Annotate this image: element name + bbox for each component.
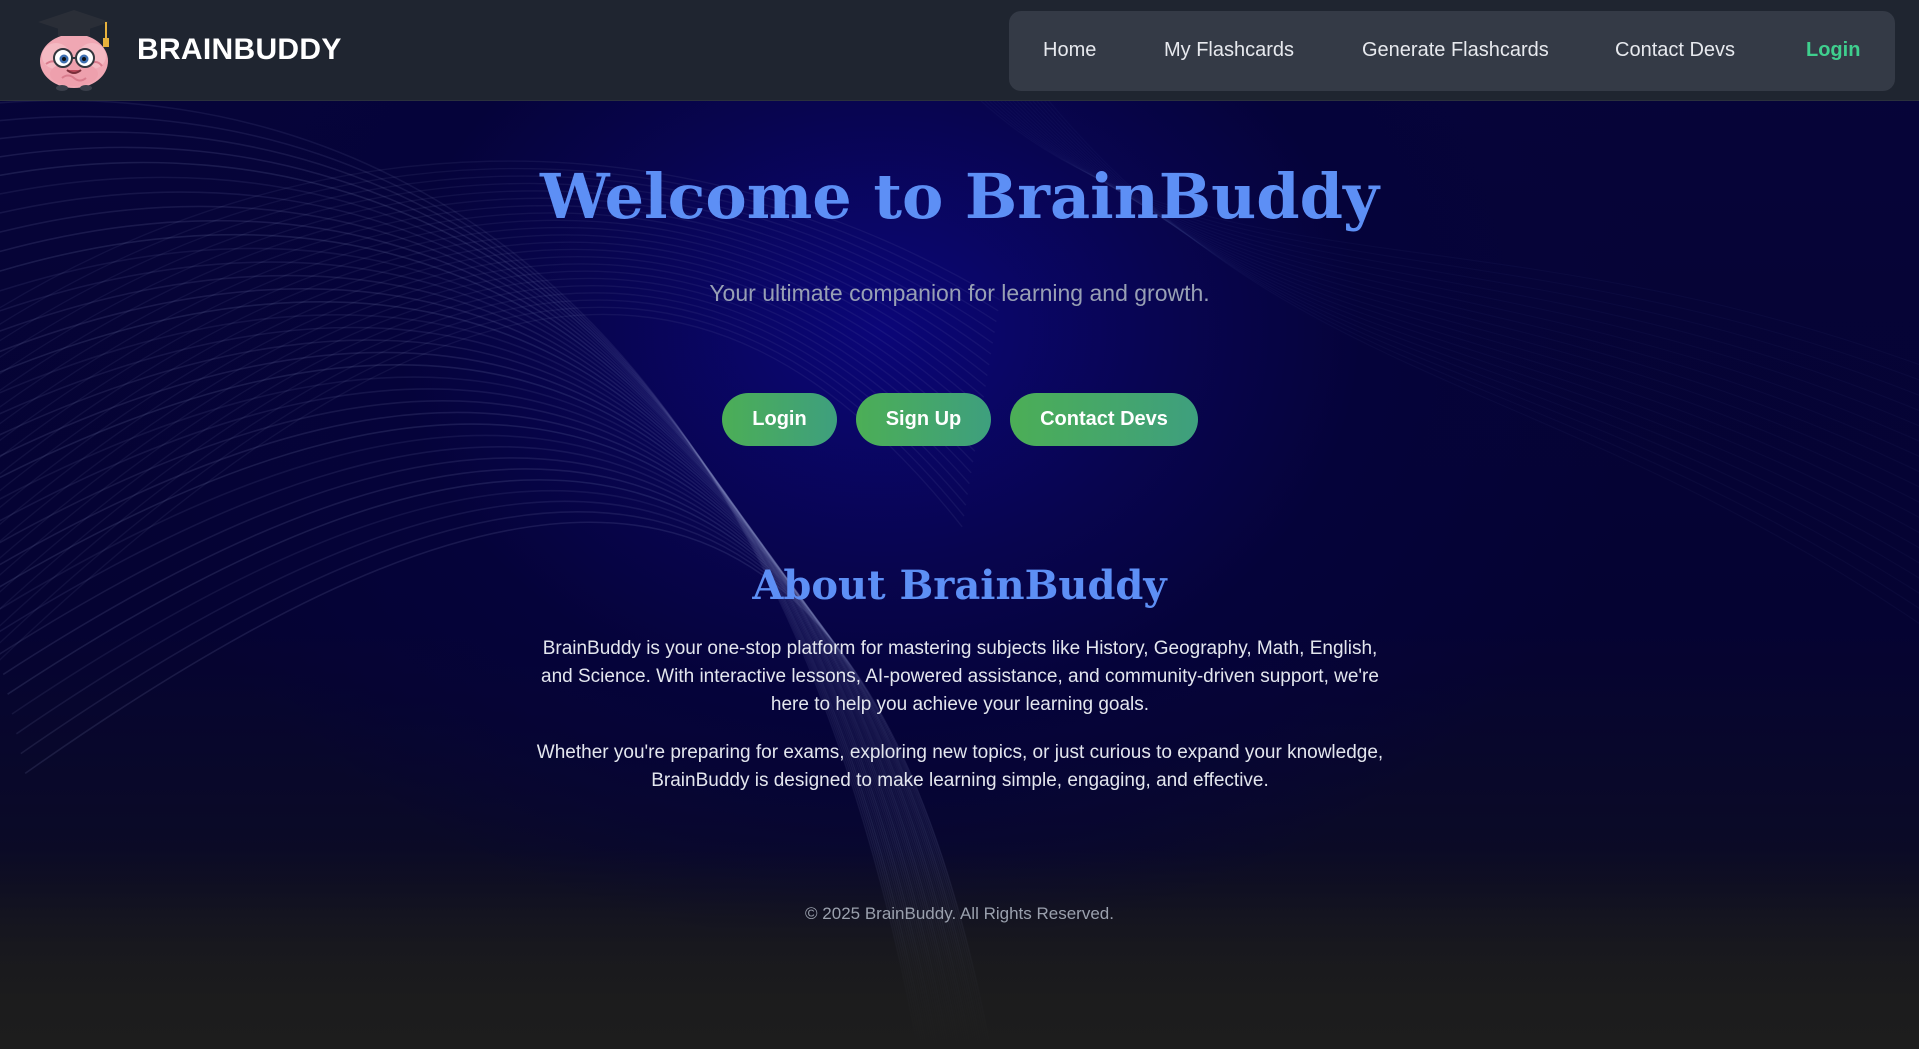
hero-signup-button[interactable]: Sign Up [856,393,991,446]
footer-copyright: © 2025 BrainBuddy. All Rights Reserved. [805,904,1114,923]
hero-login-button[interactable]: Login [722,393,837,446]
brand-name[interactable]: BRAINBUDDY [137,33,342,67]
nav-link-my-flashcards[interactable]: My Flashcards [1164,39,1294,62]
nav-link-contact-devs[interactable]: Contact Devs [1615,39,1735,62]
about-paragraph-2: Whether you're preparing for exams, expl… [536,742,1384,791]
nav-link-home[interactable]: Home [1043,39,1096,62]
bottom-fade [0,849,1919,1049]
page: BRAINBUDDY Home My Flashcards Generate F… [0,0,1919,1049]
hero-contact-devs-button[interactable]: Contact Devs [1010,393,1198,446]
about-paragraph-1: BrainBuddy is your one-stop platform for… [541,638,1379,715]
about-title: About BrainBuddy [752,562,1167,609]
hero-title: Welcome to BrainBuddy [540,160,1379,233]
navbar: BRAINBUDDY Home My Flashcards Generate F… [0,0,1919,101]
nav-link-login[interactable]: Login [1806,39,1860,62]
hero-subtitle: Your ultimate companion for learning and… [709,280,1210,306]
brain-mascot-logo-icon[interactable] [34,6,114,92]
nav-link-generate-flashcards[interactable]: Generate Flashcards [1362,39,1549,62]
